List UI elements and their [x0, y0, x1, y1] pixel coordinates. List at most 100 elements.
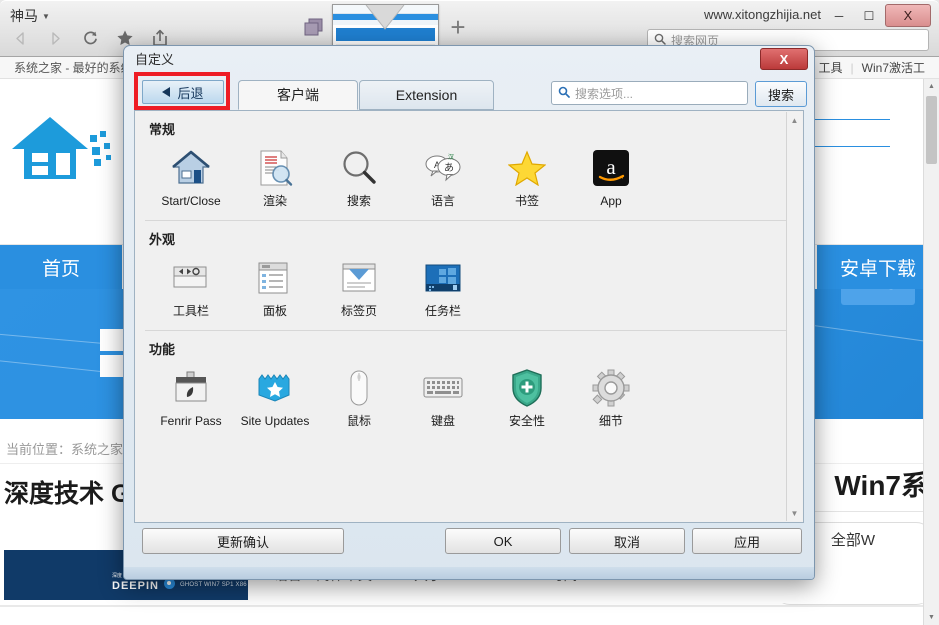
taskbar-icon [423, 258, 463, 298]
window-title: www.xitongzhijia.net [703, 7, 821, 22]
option-fenrir-pass[interactable]: Fenrir Pass [149, 364, 233, 440]
option-mouse[interactable]: 鼠标 [317, 364, 401, 440]
option-label: 标签页 [340, 304, 377, 319]
option-panel[interactable]: 面板 [233, 254, 317, 330]
reload-icon[interactable] [79, 27, 101, 49]
fenrir-pass-icon [171, 368, 211, 408]
tab-extension[interactable]: Extension [359, 80, 494, 110]
group-title: 功能 [149, 342, 176, 358]
option-search[interactable]: 搜索 [317, 144, 401, 220]
option-label: 渲染 [262, 194, 287, 208]
chevron-down-icon: ▼ [42, 11, 50, 21]
window-stack-icon[interactable] [300, 11, 330, 43]
option-security[interactable]: 安全性 [485, 364, 569, 440]
option-label: 面板 [262, 304, 287, 319]
back-button-highlight: 后退 [134, 72, 230, 110]
dialog-search-placeholder: 搜索选项... [575, 86, 634, 101]
option-details[interactable]: 细节 [569, 364, 653, 440]
dialog-search-input[interactable]: 搜索选项... [551, 81, 748, 105]
option-render[interactable]: 渲染 [233, 144, 317, 220]
option-label: 鼠标 [346, 414, 371, 429]
option-keyboard[interactable]: 键盘 [401, 364, 485, 440]
option-start-close[interactable]: Start/Close [149, 144, 233, 220]
option-label: 任务栏 [424, 304, 461, 319]
option-app[interactable]: a App [569, 144, 653, 220]
option-label: Fenrir Pass [160, 414, 222, 429]
disc-caption: GHOST WIN7 SP1 X86 快速安装版 V2017.05 [179, 581, 248, 588]
option-tab-page[interactable]: 标签页 [317, 254, 401, 330]
tab-strip: + [300, 4, 475, 50]
forward-arrow-icon[interactable] [44, 27, 66, 49]
dialog-search-button[interactable]: 搜索 [755, 81, 807, 107]
topbar-link-win7[interactable]: Win7激活工 [862, 59, 925, 76]
option-site-updates[interactable]: Site Updates [233, 364, 317, 440]
topbar-separator: | [850, 60, 854, 75]
update-confirm-button[interactable]: 更新确认 [142, 528, 344, 554]
keyboard-icon [423, 368, 463, 408]
page-scroll-thumb[interactable] [926, 96, 937, 164]
apply-button[interactable]: 应用 [692, 528, 802, 554]
tab-client[interactable]: 客户端 [238, 80, 358, 110]
option-taskbar[interactable]: 任务栏 [401, 254, 485, 330]
tab-thumbnail[interactable] [332, 4, 439, 50]
site-updates-icon [255, 368, 295, 408]
page-topbar-left-text: 系统之家 - 最好的系统 [14, 61, 133, 75]
option-label: 细节 [598, 414, 623, 429]
option-label: 书签 [514, 194, 539, 208]
option-label: Site Updates [240, 414, 310, 429]
right-panel-title: Win7系 [834, 470, 929, 501]
option-bookmark[interactable]: 书签 [485, 144, 569, 220]
gear-icon [591, 368, 631, 408]
language-bubbles-icon: A あ 汉 [423, 148, 463, 188]
toolbar-icon [171, 258, 211, 298]
ok-button[interactable]: OK [445, 528, 561, 554]
option-label: Start/Close [161, 194, 221, 208]
disc-brand-big: DEEPIN [112, 579, 159, 592]
dialog-button-bar: 更新确认 OK 取消 应用 [134, 528, 804, 560]
star-icon [507, 148, 547, 188]
sidebar-item-home[interactable]: 首页 [0, 245, 122, 289]
option-language[interactable]: A あ 汉 语言 [401, 144, 485, 220]
panel-icon [255, 258, 295, 298]
topbar-link-tools[interactable]: 工具 [819, 59, 843, 76]
magnifier-icon [339, 148, 379, 188]
option-toolbar[interactable]: 工具栏 [149, 254, 233, 330]
panel-scroll-up-arrow[interactable]: ▲ [787, 112, 802, 128]
back-button-label: 后退 [177, 85, 204, 101]
option-label: 安全性 [508, 414, 545, 429]
svg-text:汉: 汉 [448, 153, 454, 161]
amazon-app-icon: a [591, 148, 631, 188]
group-title: 外观 [149, 232, 176, 248]
back-arrow-icon[interactable] [9, 27, 31, 49]
svg-text:a: a [606, 155, 616, 179]
back-button[interactable]: 后退 [142, 80, 224, 104]
close-button[interactable]: X [885, 4, 931, 27]
dialog-bottom-strip [124, 567, 814, 579]
new-tab-button[interactable]: + [441, 10, 475, 44]
option-group-appearance: 外观 工具栏 面板 标签页 任务栏 [135, 221, 803, 330]
page-scroll-down-arrow[interactable]: ▼ [924, 610, 939, 625]
page-scrollbar[interactable]: ▲ ▼ [923, 79, 939, 625]
option-label: App [600, 194, 622, 208]
mouse-icon [339, 368, 379, 408]
page-scroll-up-arrow[interactable]: ▲ [924, 79, 939, 94]
option-group-functions: 功能 Fenrir Pass Site Updates 鼠标 键盘 安全性 细节 [135, 331, 803, 440]
left-triangle-icon [162, 85, 171, 100]
sidebar-item-android[interactable]: 安卓下载 [817, 245, 939, 289]
brand-menu-button[interactable]: 神马 ▼ [10, 6, 50, 26]
cancel-button[interactable]: 取消 [569, 528, 685, 554]
customize-dialog: 自定义 X 后退 客户端 Extension 搜索选项... 搜索 常规 Sta… [123, 45, 815, 580]
browser-window: 系统之家 - 最好的系统 工具 | Win7激活工 首页 安卓下载 当前位置：系… [0, 0, 939, 625]
dialog-close-button[interactable]: X [760, 48, 808, 70]
wechat-qr-card[interactable]: 公众号 [841, 289, 915, 305]
shield-icon [507, 368, 547, 408]
search-icon [558, 86, 570, 101]
tab-page-icon [339, 258, 379, 298]
minimize-button[interactable]: ─ [825, 6, 853, 25]
home-icon [171, 148, 211, 188]
group-title: 常规 [149, 122, 176, 137]
panel-scroll-down-arrow[interactable]: ▼ [787, 505, 802, 521]
window-controls: ─ ☐ X [825, 4, 931, 27]
options-panel-scrollbar[interactable]: ▲ ▼ [786, 112, 802, 521]
maximize-button[interactable]: ☐ [855, 6, 883, 25]
